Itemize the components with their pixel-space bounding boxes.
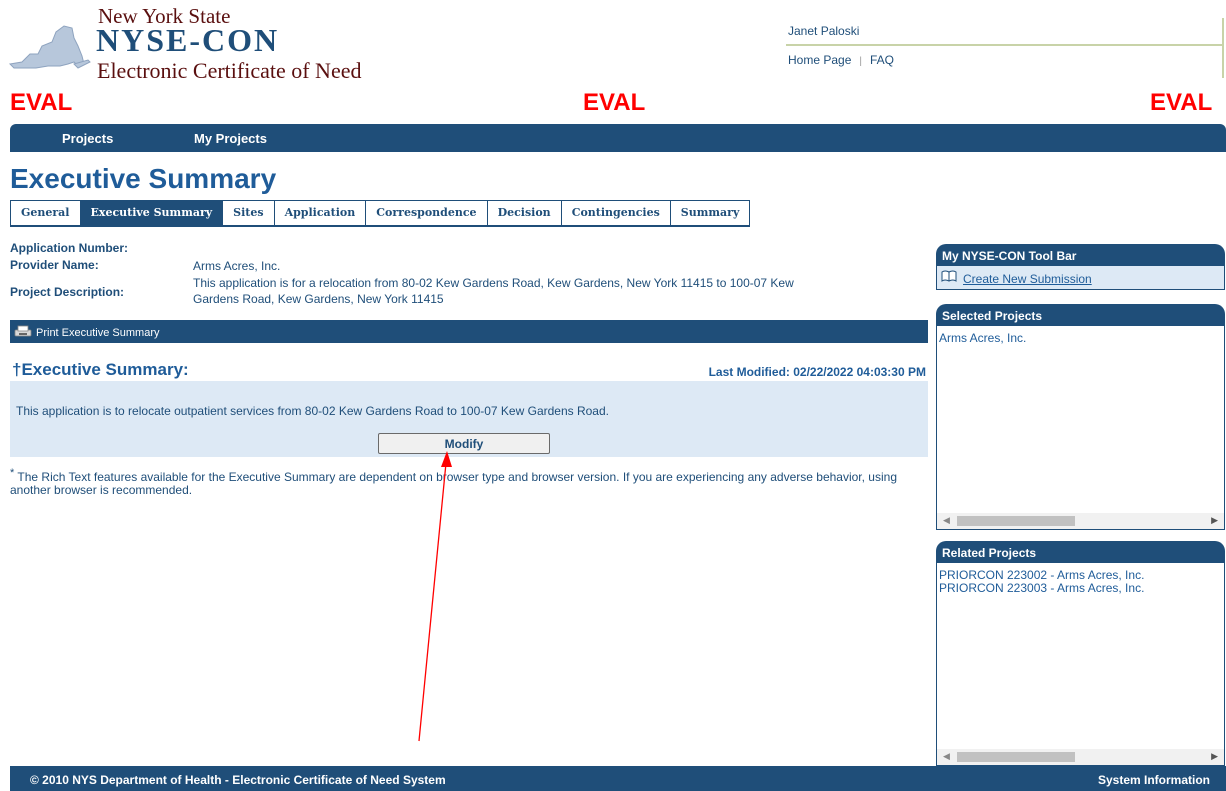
print-executive-summary-label: Print Executive Summary	[36, 326, 160, 339]
logo-tagline: Electronic Certificate of Need	[97, 58, 362, 83]
modify-button[interactable]: Modify	[378, 433, 550, 454]
scroll-thumb[interactable]	[957, 516, 1075, 526]
user-name: Janet Paloski	[788, 24, 860, 38]
annotation-arrow	[418, 451, 452, 742]
project-description-line1: This application is for a relocation fro…	[193, 276, 794, 290]
tab-sites[interactable]: Sites	[223, 201, 275, 225]
link-separator: |	[859, 56, 862, 67]
executive-summary-text: This application is to relocate outpatie…	[16, 404, 609, 418]
header-divider	[786, 44, 1222, 46]
tab-application[interactable]: Application	[274, 201, 367, 225]
tab-correspondence[interactable]: Correspondence	[366, 201, 488, 225]
project-description-label: Project Description:	[10, 285, 125, 299]
scroll-right-arrow-icon[interactable]: ▶	[1211, 515, 1218, 526]
print-executive-summary-link[interactable]: Print Executive Summary	[14, 325, 159, 340]
faq-link[interactable]: FAQ	[870, 53, 894, 67]
home-page-link[interactable]: Home Page	[788, 53, 851, 67]
eval-watermark-center: EVAL	[583, 89, 646, 116]
related-projects-panel: PRIORCON 223002 - Arms Acres, Inc. PRIOR…	[936, 562, 1225, 766]
main-nav-bar: Projects My Projects	[10, 124, 1226, 152]
provider-name-label: Provider Name:	[10, 258, 99, 272]
tab-summary[interactable]: Summary	[670, 201, 750, 225]
rich-text-note: * The Rich Text features available for t…	[10, 467, 935, 497]
selected-project-item[interactable]: Arms Acres, Inc.	[939, 331, 1026, 345]
create-new-submission-label: Create New Submission	[963, 271, 1092, 286]
nav-projects[interactable]: Projects	[62, 131, 113, 146]
system-information-link[interactable]: System Information	[1098, 773, 1210, 787]
ny-state-map-logo	[8, 24, 92, 75]
create-new-submission-link[interactable]: Create New Submission	[941, 269, 1092, 288]
tab-executive-summary[interactable]: Executive Summary	[80, 201, 224, 225]
logo-app-name: NYSE-CON	[96, 22, 280, 58]
header-vertical-divider	[1222, 18, 1224, 78]
project-description-line2: Gardens Road, Kew Gardens, New York 1141…	[193, 292, 444, 306]
provider-name-value: Arms Acres, Inc.	[193, 259, 281, 273]
selected-projects-panel: Arms Acres, Inc. ◀ ▶	[936, 325, 1225, 530]
selected-projects-header: Selected Projects	[936, 304, 1225, 325]
last-modified: Last Modified: 02/22/2022 04:03:30 PM	[708, 365, 926, 379]
nav-my-projects[interactable]: My Projects	[194, 131, 267, 146]
tab-general[interactable]: General	[11, 201, 81, 225]
executive-summary-heading: †Executive Summary:	[12, 360, 189, 379]
eval-watermark-right: EVAL	[1150, 89, 1213, 116]
footer: © 2010 NYS Department of Health - Electr…	[10, 766, 1226, 791]
scroll-left-arrow-icon[interactable]: ◀	[943, 751, 950, 762]
related-projects-scrollbar[interactable]: ◀ ▶	[937, 749, 1224, 765]
scroll-left-arrow-icon[interactable]: ◀	[943, 515, 950, 526]
tab-decision[interactable]: Decision	[487, 201, 562, 225]
toolbar-panel-header: My NYSE-CON Tool Bar	[936, 244, 1225, 265]
related-project-item[interactable]: PRIORCON 223003 - Arms Acres, Inc.	[939, 581, 1144, 595]
tab-contingencies[interactable]: Contingencies	[561, 201, 671, 225]
scroll-thumb[interactable]	[957, 752, 1075, 762]
header-links: Home Page | FAQ	[788, 53, 894, 67]
tab-bar: General Executive Summary Sites Applicat…	[10, 200, 751, 227]
scroll-right-arrow-icon[interactable]: ▶	[1211, 751, 1218, 762]
toolbar-panel: Create New Submission	[936, 265, 1225, 290]
related-projects-header: Related Projects	[936, 541, 1225, 562]
footer-copyright: © 2010 NYS Department of Health - Electr…	[30, 773, 446, 787]
print-bar: Print Executive Summary	[10, 320, 928, 343]
related-project-item[interactable]: PRIORCON 223002 - Arms Acres, Inc.	[939, 568, 1144, 582]
book-icon	[941, 269, 957, 288]
eval-watermark-left: EVAL	[10, 89, 73, 116]
printer-icon	[14, 325, 32, 340]
page-title: Executive Summary	[10, 163, 277, 194]
application-number-label: Application Number:	[10, 241, 129, 255]
selected-projects-scrollbar[interactable]: ◀ ▶	[937, 513, 1224, 529]
